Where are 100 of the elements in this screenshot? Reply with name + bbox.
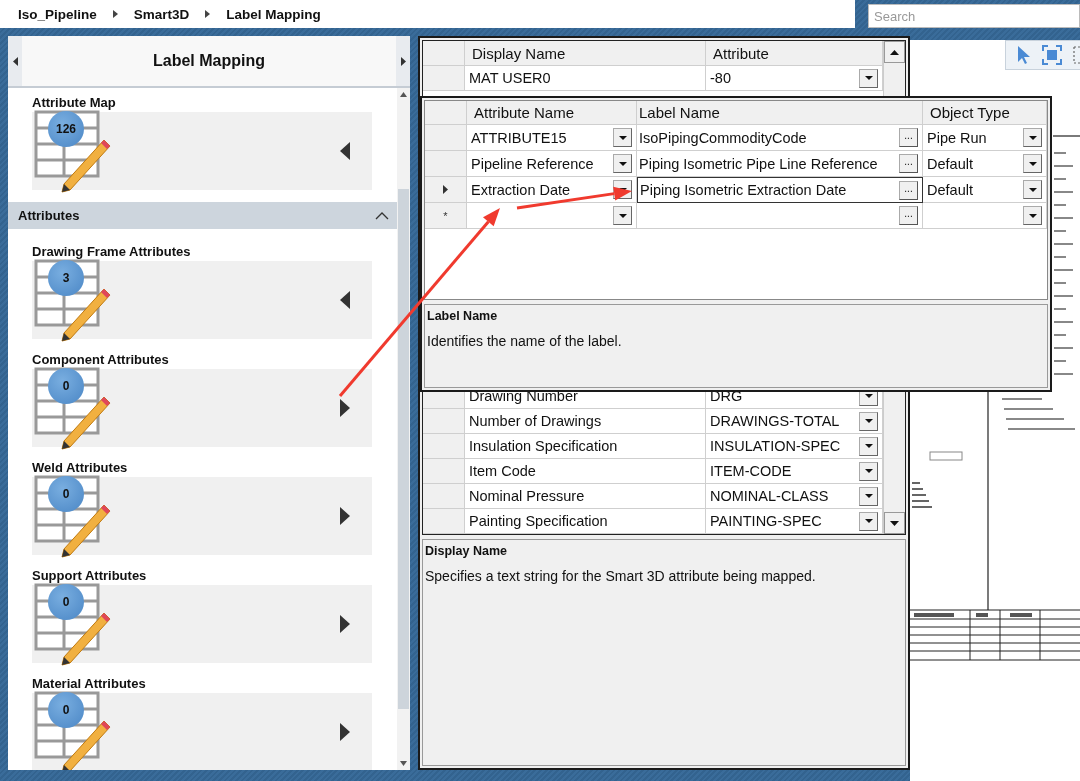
scrollbar[interactable] [397,88,410,770]
dropdown-button[interactable] [859,511,878,531]
browse-button[interactable]: ... [899,206,918,225]
group-header[interactable]: Attributes [8,202,397,229]
help-title: Label Name [427,309,499,323]
column-header: Display Name [465,41,706,66]
scroll-up-icon [400,92,407,97]
scrollbar-thumb[interactable] [398,189,409,709]
cell-field[interactable]: Pipeline Reference [467,151,637,177]
cell-field[interactable]: ATTRIBUTE15 [467,125,637,151]
current-row-icon [443,185,448,194]
table-cell: Nominal Pressure [465,484,706,509]
cell-text: NOMINAL-CLASS [710,488,829,504]
help-title: Display Name [425,544,508,558]
scroll-right-button[interactable] [396,36,410,86]
cell-text: Extraction Date [471,181,571,198]
section-label: Material Attributes [32,675,147,693]
dropdown-button[interactable] [859,411,878,431]
cell-field[interactable]: PAINTING-SPEC [706,509,883,534]
text-field[interactable]: ... [637,203,923,229]
up-arrow-icon [890,49,899,55]
cell-text: Piping Isometric Extraction Date [640,182,847,198]
cell-field[interactable]: Pipe Run [923,125,1047,151]
cell-field[interactable]: Piping Isometric Pipe Line Reference ... [637,151,923,177]
table-cell: Item Code [465,459,706,484]
section-label: Drawing Frame Attributes [32,243,192,261]
cell-text: Pipeline Reference [471,155,594,172]
table-cell: MAT USER0 [465,66,706,91]
attribute-tile[interactable]: 126 [32,112,372,190]
row-header[interactable]: * [425,203,467,229]
cell-field[interactable]: Default [923,151,1047,177]
browse-button[interactable]: ... [899,128,918,147]
dropdown-button[interactable] [859,461,878,481]
cell-field[interactable]: Extraction Date [467,177,637,203]
cell-text: Default [927,155,973,172]
breadcrumb-link[interactable]: Smart3D [133,6,190,22]
down-arrow-icon [890,520,899,526]
attribute-tile[interactable]: 3 [32,261,372,339]
dropdown-button[interactable] [1023,128,1042,147]
new-row-marker: * [443,209,448,222]
cell-text: INSULATION-SPEC [710,438,841,454]
caret-icon [864,469,873,473]
dropdown-button[interactable] [859,436,878,456]
browse-button[interactable]: ... [899,154,918,173]
breadcrumb-link[interactable]: Iso_Pipeline [18,6,97,22]
caret-icon [618,135,627,140]
table-cell: Insulation Specification [465,434,706,459]
scroll-up-button[interactable] [884,41,905,63]
cell-field[interactable]: DRAWINGS-TOTAL [706,409,883,434]
attribute-tile[interactable]: 0 [32,693,372,770]
cell-text: -80 [710,70,731,86]
caret-icon [618,161,627,166]
column-header: Attribute Name [467,101,637,125]
cell-text: Default [927,181,973,198]
caret-icon [864,444,873,448]
left-arrow-icon [12,56,18,66]
caret-icon [1028,135,1037,140]
group-title: Attributes [18,208,80,223]
scroll-left-button[interactable] [8,36,22,86]
dropdown-button[interactable] [1023,154,1042,173]
cell-text: PAINTING-SPEC [710,513,822,529]
fit-screen-icon [1042,45,1062,65]
section-label: Weld Attributes [32,459,129,477]
browse-button[interactable]: ... [899,180,918,200]
selection-box-icon [1072,45,1080,65]
dropdown-field[interactable] [467,203,637,229]
dropdown-button[interactable] [613,154,632,173]
table-cell: Painting Specification [465,509,706,534]
dropdown-button[interactable] [859,486,878,506]
panel-title: Label Mapping [152,52,266,70]
dropdown-button[interactable] [859,68,878,88]
caret-icon [864,419,873,423]
dropdown-button[interactable] [1023,206,1042,225]
breadcrumb-link[interactable]: Label Mapping [226,6,321,22]
cell-field[interactable]: Default [923,177,1047,203]
cell-field[interactable]: Piping Isometric Extraction Date ... [637,177,923,203]
corner-header [423,41,465,66]
attribute-tile[interactable]: 0 [32,585,372,663]
column-header: Object Type [923,101,1047,125]
section-label: Attribute Map [32,94,117,112]
caret-icon [864,394,873,398]
help-text: Specifies a text string for the Smart 3D attribute being mapped. [425,568,817,584]
scroll-down-button[interactable] [884,512,905,534]
pointer-icon [1016,45,1032,65]
cell-field[interactable]: -80 [706,66,883,91]
caret-icon [864,519,873,523]
dropdown-button[interactable] [613,206,632,225]
dropdown-field[interactable] [923,203,1047,229]
cell-text: Piping Isometric Pipe Line Reference [639,155,878,172]
search-field[interactable]: Search [868,4,1080,28]
dropdown-button[interactable] [613,128,632,147]
cell-text: IsoPipingCommodityCode [639,129,807,146]
attribute-tile[interactable]: 0 [32,369,372,447]
cell-field[interactable]: INSULATION-SPEC [706,434,883,459]
cell-field[interactable]: IsoPipingCommodityCode ... [637,125,923,151]
attribute-tile[interactable]: 0 [32,477,372,555]
caret-icon [1028,213,1037,218]
dropdown-button[interactable] [1023,180,1042,199]
cell-field[interactable]: NOMINAL-CLASS [706,484,883,509]
cell-field[interactable]: ITEM-CODE [706,459,883,484]
